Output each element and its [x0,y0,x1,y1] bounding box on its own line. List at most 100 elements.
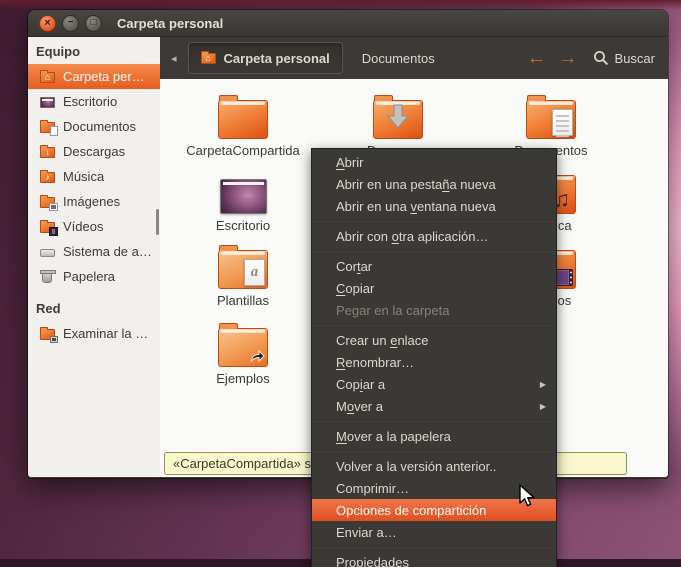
sidebar-item-label: Examinar la … [63,326,149,341]
menu-separator [312,220,556,222]
images-folder-icon [40,194,58,211]
menu-item-label: Volver a la versión anterior.. [336,458,497,474]
sidebar-item-m-sica[interactable]: ♪ Música [28,164,160,189]
toolbar: ◂ ⌂ Carpeta personal Documentos ← → Busc… [160,37,668,79]
desktop-thumbnail-icon [175,164,311,214]
sidebar-item-label: Escritorio [63,94,118,109]
titlebar: × − □ Carpeta personal [28,10,668,37]
close-button[interactable]: × [39,14,56,32]
menu-item-crear-un-enlace[interactable]: Crear un enlace [312,329,556,351]
menu-item-abrir-en-una-pesta-a-nueva[interactable]: Abrir en una pestaña nueva [312,173,556,195]
trash-icon [40,269,56,285]
submenu-arrow-icon: ▶ [539,401,546,411]
menu-separator [312,450,556,452]
sidebar-item-v-deos[interactable]: Vídeos [28,214,160,239]
folder-icon [175,89,311,139]
back-arrow-icon[interactable]: ← [527,48,547,68]
menu-item-label: Abrir con otra aplicación… [336,228,489,244]
menu-item-label: Abrir en una pestaña nueva [336,176,496,192]
file-ejemplos[interactable]: Ejemplos [175,317,311,386]
symlink-arrow-emblem-icon [250,349,265,363]
file-label: Plantillas [216,293,270,308]
file-plantillas[interactable]: a Plantillas [175,239,311,308]
sidebar-item-label: Música [63,169,105,184]
sidebar-item-descargas[interactable]: ↓ Descargas [28,139,160,164]
search-icon [593,51,608,66]
folder-documents-icon [483,89,619,139]
forward-arrow-icon[interactable]: → [558,48,578,68]
sidebar-item-label: Documentos [63,119,136,134]
sidebar-item-papelera[interactable]: Papelera [28,264,160,289]
menu-item-label: Abrir en una ventana nueva [336,198,496,214]
home-folder-icon: ⌂ [200,50,217,66]
menu-item-copiar-a[interactable]: Copiar a ▶ [312,373,556,395]
menu-item-cortar[interactable]: Cortar [312,255,556,277]
submenu-arrow-icon: ▶ [539,379,546,389]
file-escritorio[interactable]: Escritorio [175,164,311,233]
maximize-button[interactable]: □ [85,14,102,32]
file-label: CarpetaCompartida [186,143,300,158]
sidebar-section-header-red: Red [36,301,61,316]
sidebar-item-sistema-de-a[interactable]: Sistema de a… [28,239,160,264]
menu-item-volver-a-la-versi-n-anterior[interactable]: Volver a la versión anterior.. [312,455,556,477]
sidebar-item-documentos[interactable]: Documentos [28,114,160,139]
menu-item-renombrar[interactable]: Renombrar… [312,351,556,373]
sidebar-item-escritorio[interactable]: Escritorio [28,89,160,114]
menu-item-enviar-a[interactable]: Enviar a… [312,521,556,543]
search-label: Buscar [614,50,655,66]
desktop-icon [40,94,56,110]
sidebar-item-examinar-la[interactable]: Examinar la … [28,321,160,346]
menu-separator [312,420,556,422]
breadcrumb-documentos[interactable]: Documentos [352,51,445,66]
menu-item-label: Opciones de compartición [336,502,487,518]
menu-item-copiar[interactable]: Copiar [312,277,556,299]
menu-item-mover-a[interactable]: Mover a ▶ [312,395,556,417]
download-arrow-emblem-icon [386,104,410,129]
sidebar-item-carpeta-per[interactable]: ⌂ Carpeta per… [28,64,160,89]
documents-folder-icon [40,119,58,136]
home-folder-icon: ⌂ [40,69,56,85]
breadcrumb-label: Carpeta personal [223,50,330,66]
menu-item-label: Mover a [336,398,383,414]
sidebar: Equipo ⌂ Carpeta per… Escritorio Documentos ↓… [28,37,160,477]
menu-item-propiedades[interactable]: Propiedades [312,551,556,567]
menu-item-label: Mover a la papelera [336,428,451,444]
sidebar-item-label: Sistema de a… [63,244,152,259]
desktop-background: × − □ Carpeta personal Equipo ⌂ Carpeta pe… [0,0,681,567]
file-carpetacompartida[interactable]: CarpetaCompartida [175,89,311,158]
menu-item-label: Renombrar… [336,354,415,370]
menu-item-label: Propiedades [336,554,409,567]
menu-item-label: Copiar a [336,376,386,392]
sidebar-scrollbar[interactable] [156,209,159,235]
menu-separator [312,324,556,326]
menu-item-label: Cortar [336,258,373,274]
menu-item-abrir[interactable]: Abrir [312,151,556,173]
search-button[interactable]: Buscar [593,50,655,66]
menu-item-abrir-con-otra-aplicaci-n[interactable]: Abrir con otra aplicación… [312,225,556,247]
sidebar-item-label: Descargas [63,144,126,159]
file-label: Ejemplos [216,371,270,386]
folder-templates-icon: a [175,239,311,289]
menu-item-label: Comprimir… [336,480,409,496]
filesystem-icon [40,244,56,260]
minimize-button[interactable]: − [62,14,79,32]
file-label: Escritorio [215,218,271,233]
videos-folder-icon [40,219,58,236]
sidebar-item-label: Imágenes [63,194,121,209]
window-title: Carpeta personal [117,15,224,31]
menu-item-label: Enviar a… [336,524,397,540]
sidebar-item-im-genes[interactable]: Imágenes [28,189,160,214]
document-emblem-icon [552,109,573,137]
folder-download-icon [330,89,466,139]
menu-item-label: Crear un enlace [336,332,429,348]
menu-item-abrir-en-una-ventana-nueva[interactable]: Abrir en una ventana nueva [312,195,556,217]
breadcrumb-carpeta-personal[interactable]: ⌂ Carpeta personal [187,42,343,74]
sidebar-item-label: Vídeos [63,219,104,234]
menu-separator [312,250,556,252]
music-folder-icon: ♪ [40,169,56,185]
menu-item-label: Abrir [336,154,364,170]
menu-item-mover-a-la-papelera[interactable]: Mover a la papelera [312,425,556,447]
template-emblem-icon: a [244,259,265,286]
menu-item-pegar-en-la-carpeta: Pegar en la carpeta [312,299,556,321]
breadcrumb-prev-icon[interactable]: ◂ [171,52,177,65]
